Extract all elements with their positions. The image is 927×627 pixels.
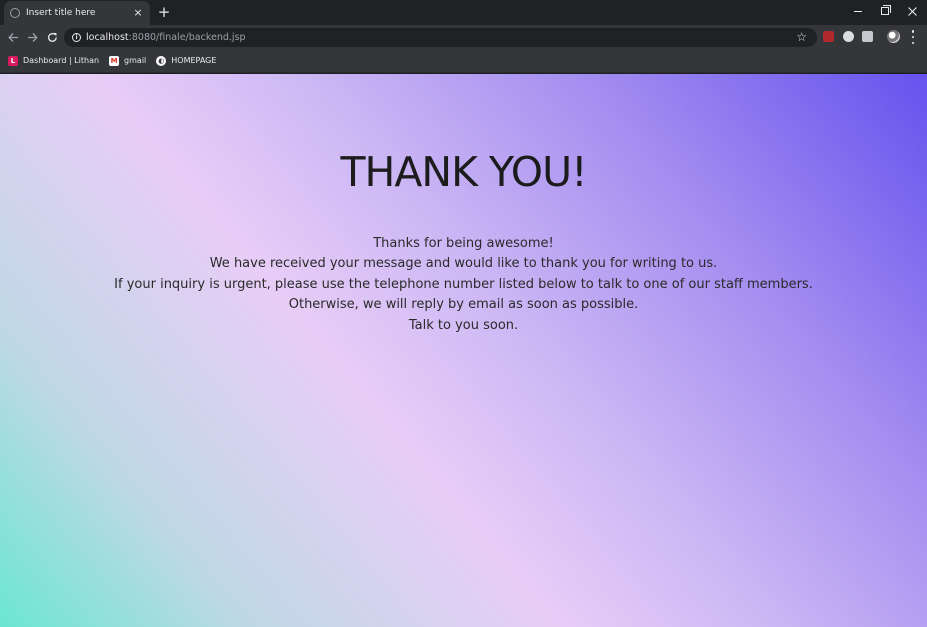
address-bar[interactable]: i localhost:8080/finale/backend.jsp ☆: [64, 28, 817, 47]
reload-button[interactable]: [44, 29, 60, 45]
page-content: THANK YOU! Thanks for being awesome! We …: [0, 74, 927, 627]
back-button[interactable]: [5, 29, 21, 45]
bookmarks-bar: L Dashboard | Lithan M gmail ◐ HOMEPAGE: [0, 49, 927, 73]
message-line: We have received your message and would …: [209, 256, 718, 272]
page-title: THANK YOU!: [340, 148, 587, 196]
menu-kebab-icon[interactable]: [911, 30, 915, 44]
message-line: Talk to you soon.: [408, 317, 519, 333]
new-tab-button[interactable]: +: [156, 4, 172, 20]
minimize-icon: [854, 10, 862, 12]
globe-icon: ◐: [156, 55, 167, 66]
close-icon: [907, 6, 917, 16]
browser-toolbar: i localhost:8080/finale/backend.jsp ☆: [0, 25, 927, 49]
info-icon[interactable]: i: [72, 33, 81, 42]
bookmark-gmail[interactable]: M gmail: [109, 55, 147, 66]
tab-title: Insert title here: [26, 8, 96, 18]
pdf-extension-icon[interactable]: [823, 31, 834, 42]
maximize-button[interactable]: [876, 4, 894, 18]
extension-icon[interactable]: [843, 31, 854, 42]
arrow-right-icon: [27, 32, 38, 42]
message-line: Otherwise, we will reply by email as soo…: [288, 297, 639, 313]
thank-you-message: Thanks for being awesome! We have receiv…: [0, 234, 927, 336]
close-window-button[interactable]: [903, 4, 921, 18]
url-text: localhost:8080/finale/backend.jsp: [86, 32, 246, 43]
bookmark-label: Dashboard | Lithan: [23, 56, 100, 65]
browser-tab[interactable]: Insert title here ×: [4, 1, 150, 25]
forward-button[interactable]: [24, 29, 40, 45]
gmail-icon: M: [109, 55, 120, 66]
bookmark-dashboard-lithan[interactable]: L Dashboard | Lithan: [8, 55, 100, 66]
globe-icon: [10, 8, 20, 18]
arrow-left-icon: [7, 32, 18, 42]
bookmark-label: HOMEPAGE: [171, 56, 217, 65]
profile-avatar-icon[interactable]: [887, 30, 900, 43]
bookmark-label: gmail: [124, 56, 147, 65]
tab-strip: Insert title here × +: [0, 0, 927, 25]
reload-icon: [47, 32, 57, 42]
restore-icon: [881, 5, 891, 15]
tab-close-button[interactable]: ×: [132, 7, 144, 19]
lithan-logo-icon: L: [8, 55, 18, 66]
message-line: If your inquiry is urgent, please use th…: [114, 276, 813, 292]
message-line: Thanks for being awesome!: [373, 236, 554, 251]
minimize-button[interactable]: [849, 4, 867, 18]
bookmark-homepage[interactable]: ◐ HOMEPAGE: [156, 55, 217, 66]
camera-extension-icon[interactable]: [862, 31, 873, 42]
bookmark-star-icon[interactable]: ☆: [796, 29, 807, 46]
